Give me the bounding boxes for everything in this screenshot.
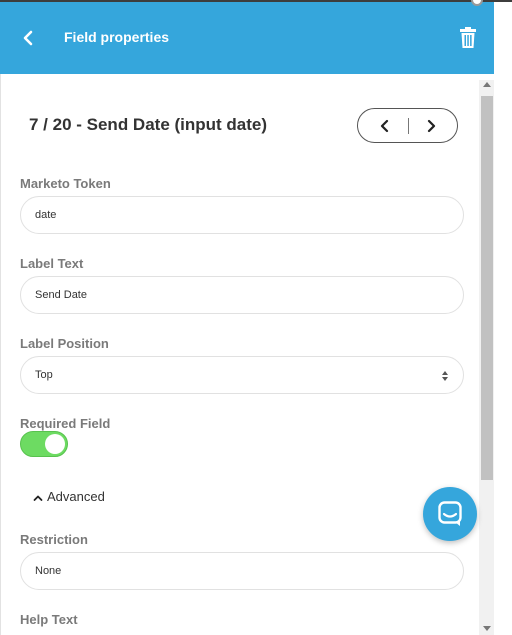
advanced-label: Advanced [47, 489, 105, 504]
chat-icon [438, 501, 462, 526]
back-icon [23, 30, 33, 46]
properties-panel: 7 / 20 - Send Date (input date) Marketo … [0, 74, 494, 635]
marketo-token-label: Marketo Token [20, 176, 111, 191]
required-field-toggle[interactable] [20, 431, 68, 457]
restriction-label: Restriction [20, 532, 88, 547]
header-bar: Field properties [0, 2, 494, 74]
help-text-label: Help Text [20, 612, 78, 627]
scroll-down-arrow[interactable] [483, 626, 491, 631]
previous-field-button[interactable] [375, 117, 395, 135]
label-position-value: Top [35, 369, 53, 381]
delete-field-button[interactable] [457, 26, 479, 50]
field-heading: 7 / 20 - Send Date (input date) [29, 115, 268, 134]
trash-icon [460, 27, 476, 48]
scroll-up-arrow[interactable] [483, 82, 491, 87]
back-button[interactable] [18, 26, 40, 50]
next-field-button[interactable] [421, 117, 441, 135]
chevron-left-icon [380, 119, 389, 133]
field-navigation [357, 108, 458, 143]
label-position-label: Label Position [20, 336, 109, 351]
chevron-right-icon [427, 119, 436, 133]
toggle-knob [45, 434, 65, 454]
chevron-up-icon [33, 495, 43, 501]
scroll-thumb[interactable] [481, 96, 493, 480]
header-right-strip [494, 2, 512, 74]
chat-launcher-button[interactable] [423, 487, 477, 541]
select-arrows-icon [442, 371, 448, 381]
nav-divider [408, 118, 409, 134]
label-text-label: Label Text [20, 256, 84, 271]
marketo-token-input[interactable]: date [20, 196, 464, 234]
restriction-select[interactable]: None [20, 552, 464, 590]
label-position-select[interactable]: Top [20, 356, 464, 394]
advanced-toggle[interactable]: Advanced [33, 489, 105, 504]
scrollbar[interactable] [479, 80, 494, 635]
header-title: Field properties [64, 29, 170, 45]
required-field-label: Required Field [20, 416, 111, 431]
label-text-input[interactable]: Send Date [20, 276, 464, 314]
